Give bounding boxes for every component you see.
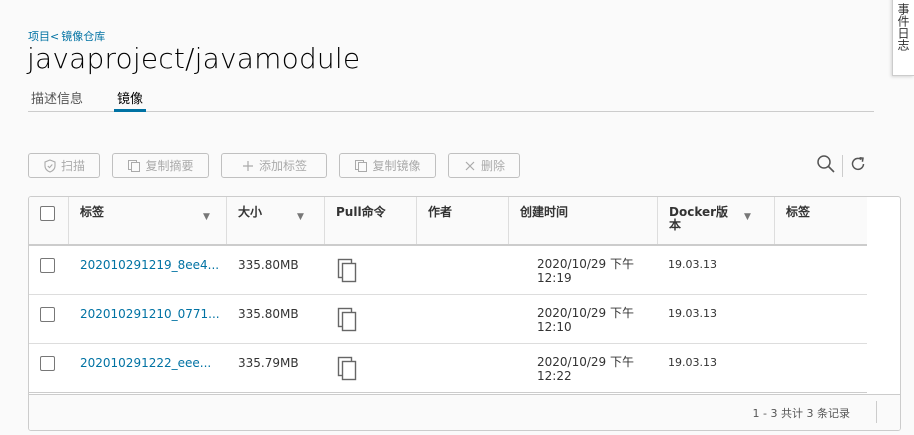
header-pull-label: Pull命令	[336, 205, 386, 219]
labels-value	[775, 246, 867, 294]
copy-pull-command-icon[interactable]	[337, 356, 359, 385]
scan-button[interactable]: 扫描	[28, 153, 100, 178]
search-icon[interactable]	[816, 154, 836, 178]
row-checkbox[interactable]	[40, 258, 55, 273]
table-tools	[816, 154, 867, 178]
event-log-panel-toggle[interactable]: 事件日志	[892, 0, 914, 76]
created-value: 2020/10/29 下午 12:19	[509, 246, 658, 294]
header-tag-label: 标签	[80, 205, 105, 219]
table-footer: 1 - 3 共计 3 条记录	[29, 394, 900, 430]
delete-button[interactable]: 删除	[448, 153, 520, 178]
created-date: 2020/10/29 下午	[537, 257, 634, 271]
page-title: javaproject/javamodule	[27, 42, 361, 75]
created-value: 2020/10/29 下午 12:10	[509, 295, 658, 343]
copy-image-button[interactable]: 复制镜像	[339, 153, 436, 178]
sort-icon[interactable]: ▼	[297, 211, 304, 224]
add-label-label: 添加标签	[258, 159, 307, 173]
labels-value	[775, 344, 867, 393]
header-created[interactable]: 创建时间	[509, 197, 658, 244]
size-value: 335.80MB	[238, 307, 299, 321]
created-time: 12:10	[537, 320, 572, 334]
header-pull: Pull命令	[325, 197, 417, 244]
close-icon	[463, 159, 477, 173]
tab-images[interactable]: 镜像	[114, 86, 147, 112]
copy-digest-label: 复制摘要	[145, 159, 194, 173]
header-author: 作者	[417, 197, 509, 244]
pagination-summary: 1 - 3 共计 3 条记录	[752, 407, 850, 420]
created-time: 12:22	[537, 369, 572, 383]
row-select-cell	[29, 295, 69, 343]
author-value	[417, 344, 509, 393]
table-body-bottom-border	[29, 392, 867, 393]
plus-icon	[241, 159, 255, 173]
table-header: 标签 ▼ 大小 ▼ Pull命令 作者 创建时间 Docker版 本 ▼ 标签	[29, 197, 867, 246]
header-select-cell	[29, 197, 69, 244]
row-checkbox[interactable]	[40, 307, 55, 322]
author-value	[417, 295, 509, 343]
copy-icon	[354, 159, 368, 173]
docker-version-value: 19.03.13	[668, 307, 717, 320]
table-row: 202010291222_eee... 335.79MB 2020/10/29 …	[29, 344, 867, 393]
event-log-label: 事件日志	[896, 3, 910, 51]
header-created-label: 创建时间	[520, 205, 569, 219]
delete-label: 删除	[480, 159, 505, 173]
tab-description[interactable]: 描述信息	[28, 86, 86, 112]
row-select-cell	[29, 246, 69, 294]
add-label-button[interactable]: 添加标签	[221, 153, 327, 178]
copy-icon	[127, 159, 141, 173]
size-value: 335.79MB	[238, 356, 299, 370]
filter-icon[interactable]: ▼	[203, 211, 210, 224]
tag-link[interactable]: 202010291222_eee...	[69, 344, 227, 393]
refresh-icon[interactable]	[849, 155, 867, 177]
tools-divider	[842, 155, 843, 177]
scan-label: 扫描	[60, 159, 85, 173]
labels-value	[775, 295, 867, 343]
footer-divider	[876, 401, 877, 423]
header-docker-label-line2: 本	[669, 218, 682, 232]
copy-pull-command-icon[interactable]	[337, 307, 359, 336]
created-value: 2020/10/29 下午 12:22	[509, 344, 658, 393]
size-value: 335.80MB	[238, 258, 299, 272]
created-time: 12:19	[537, 271, 572, 285]
select-all-checkbox[interactable]	[40, 206, 55, 221]
tab-bar: 描述信息 镜像	[28, 86, 874, 112]
header-tag[interactable]: 标签 ▼	[69, 197, 227, 244]
copy-image-label: 复制镜像	[372, 159, 421, 173]
header-labels: 标签	[775, 197, 867, 244]
filter-icon[interactable]: ▼	[744, 211, 751, 224]
table-row: 202010291219_8ee4... 335.80MB 2020/10/29…	[29, 246, 867, 295]
row-checkbox[interactable]	[40, 356, 55, 371]
created-date: 2020/10/29 下午	[537, 306, 634, 320]
toolbar: 扫描 复制摘要 添加标签 复制镜像 删除	[28, 153, 520, 178]
tag-link[interactable]: 202010291219_8ee4...	[69, 246, 227, 294]
author-value	[417, 246, 509, 294]
docker-version-value: 19.03.13	[668, 258, 717, 271]
image-table: 标签 ▼ 大小 ▼ Pull命令 作者 创建时间 Docker版 本 ▼ 标签 …	[28, 196, 901, 431]
table-row: 202010291210_0771... 335.80MB 2020/10/29…	[29, 295, 867, 344]
header-docker-label-line1: Docker版	[669, 205, 729, 219]
header-size-label: 大小	[238, 205, 263, 219]
header-size[interactable]: 大小 ▼	[227, 197, 325, 244]
header-labels-label: 标签	[786, 205, 811, 219]
pull-cell	[325, 344, 417, 393]
copy-pull-command-icon[interactable]	[337, 258, 359, 287]
row-select-cell	[29, 344, 69, 393]
docker-version-value: 19.03.13	[668, 356, 717, 369]
header-author-label: 作者	[428, 205, 453, 219]
shield-icon	[43, 158, 57, 173]
tag-link[interactable]: 202010291210_0771...	[69, 295, 227, 343]
created-date: 2020/10/29 下午	[537, 355, 634, 369]
header-docker-version[interactable]: Docker版 本 ▼	[658, 197, 775, 244]
pull-cell	[325, 295, 417, 343]
pull-cell	[325, 246, 417, 294]
copy-digest-button[interactable]: 复制摘要	[112, 153, 209, 178]
